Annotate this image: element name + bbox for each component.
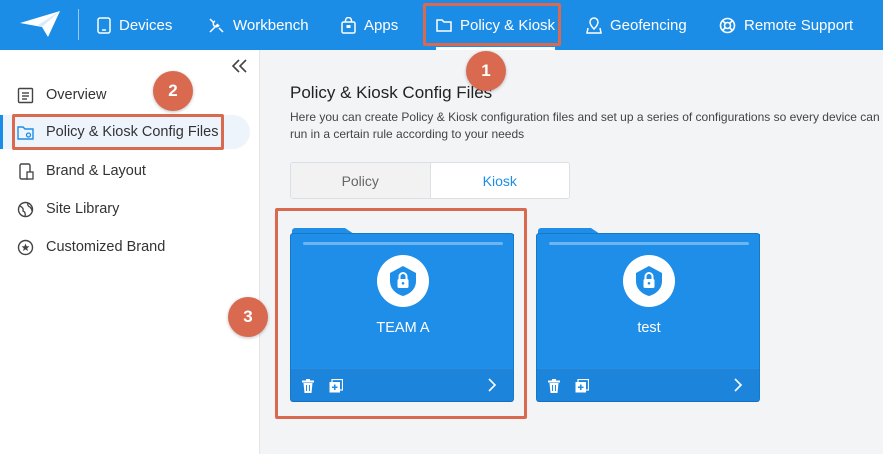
collapse-sidebar-icon[interactable] <box>231 58 249 74</box>
config-card[interactable]: test <box>536 227 760 402</box>
bag-icon <box>341 16 356 34</box>
phone-layout-icon <box>19 163 34 180</box>
annotation-highlight <box>423 3 561 46</box>
sidebar-item-site-library[interactable]: Site Library <box>0 192 250 226</box>
nav-item-apps[interactable]: Apps <box>341 0 398 50</box>
lock-badge <box>623 255 675 307</box>
nav-label: Devices <box>119 16 173 34</box>
annotation-highlight <box>275 208 527 419</box>
map-pin-icon <box>586 16 602 34</box>
nav-label: Geofencing <box>610 16 687 34</box>
nav-label: Remote Support <box>744 16 854 34</box>
lock-shield-icon <box>636 266 662 296</box>
sidebar-item-label: Brand & Layout <box>46 163 146 179</box>
tab-switcher: Policy Kiosk <box>290 162 570 199</box>
sidebar-item-label: Site Library <box>46 201 120 217</box>
annotation-badge: 1 <box>466 51 506 91</box>
card-name: test <box>637 320 661 336</box>
annotation-badge: 2 <box>153 71 193 111</box>
nav-item-geofencing[interactable]: Geofencing <box>586 0 687 50</box>
nav-item-devices[interactable]: Devices <box>97 0 172 50</box>
nav-label: Workbench <box>233 16 309 34</box>
tablet-icon <box>97 16 111 34</box>
globe-icon <box>17 201 34 218</box>
annotation-highlight <box>12 114 224 150</box>
tab-kiosk[interactable]: Kiosk <box>430 163 569 198</box>
nav-divider <box>78 9 79 40</box>
card-footer <box>537 368 759 402</box>
list-icon <box>17 87 34 104</box>
tools-icon <box>209 17 224 33</box>
sidebar-item-overview[interactable]: Overview <box>0 78 250 112</box>
star-circle-icon <box>17 239 34 256</box>
lifebuoy-icon <box>719 17 736 33</box>
sidebar-item-label: Customized Brand <box>46 239 166 255</box>
logo-icon[interactable] <box>18 9 62 39</box>
annotation-badge: 3 <box>228 297 268 337</box>
page-description: Here you can create Policy & Kiosk confi… <box>290 110 880 141</box>
sidebar-item-customized-brand[interactable]: Customized Brand <box>0 230 250 264</box>
trash-icon[interactable] <box>547 379 561 393</box>
tab-policy[interactable]: Policy <box>291 163 431 198</box>
copy-add-icon[interactable] <box>575 379 589 393</box>
card-body: test <box>536 233 760 402</box>
card-shine <box>549 242 749 245</box>
nav-item-remote-support[interactable]: Remote Support <box>719 0 853 50</box>
nav-label: Apps <box>364 16 399 34</box>
sidebar-item-label: Overview <box>46 87 107 103</box>
sidebar: Overview Policy & Kiosk Config Files Bra… <box>0 50 260 454</box>
nav-item-workbench[interactable]: Workbench <box>208 0 309 50</box>
page-title: Policy & Kiosk Config Files <box>290 83 493 102</box>
sidebar-item-brand-layout[interactable]: Brand & Layout <box>0 154 250 188</box>
chevron-right-icon[interactable] <box>733 378 743 392</box>
